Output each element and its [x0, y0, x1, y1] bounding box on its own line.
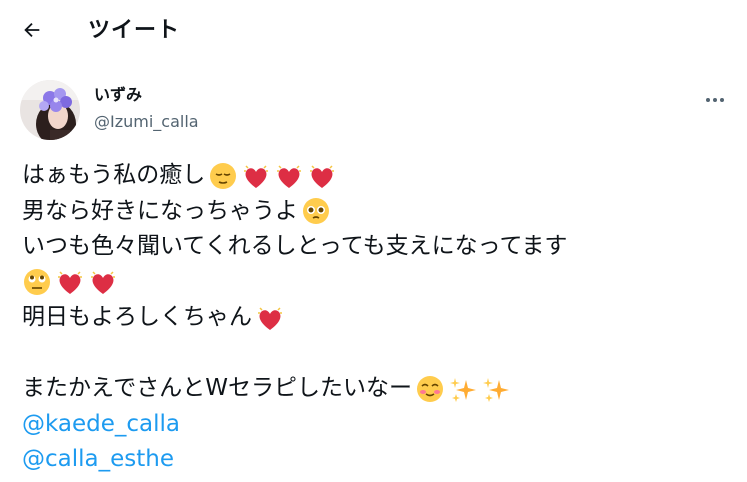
tweet-line: またかえでさんとWセラピしたいなー — [22, 371, 742, 407]
sparkling-heart-icon — [255, 303, 285, 333]
sparkling-heart-icon — [307, 161, 337, 191]
sparkling-heart-icon — [55, 267, 85, 297]
back-button[interactable] — [14, 14, 50, 50]
arrow-left-icon — [21, 19, 43, 45]
tweet-line: いつも色々聞いてくれるしとっても支えになってます — [22, 229, 742, 265]
sparkling-heart-icon — [88, 267, 118, 297]
tweet-line: 明日もよろしくちゃん — [22, 300, 742, 336]
tweet-line: @kaede_calla — [22, 407, 742, 443]
more-button[interactable] — [698, 82, 732, 112]
top-bar: ツイート — [0, 0, 747, 64]
sparkling-heart-icon — [241, 161, 271, 191]
pleading-face-icon — [301, 196, 331, 226]
relieved-face-icon — [208, 161, 238, 191]
tweet-line-text: 男なら好きになっちゃうよ — [22, 197, 298, 224]
display-name[interactable]: いずみ — [94, 84, 142, 106]
tweet-line: はぁもう私の癒し — [22, 158, 742, 194]
smiling-face-icon — [415, 374, 445, 404]
mention-link[interactable]: @kaede_calla — [22, 407, 180, 443]
avatar[interactable] — [20, 80, 80, 140]
eye-roll-face-icon — [22, 267, 52, 297]
sparkling-heart-icon — [274, 161, 304, 191]
more-dots-icon — [705, 88, 725, 107]
tweet-line-text: 明日もよろしくちゃん — [22, 304, 252, 330]
sparkles-icon — [448, 374, 478, 404]
tweet-line-text: いつも色々聞いてくれるしとっても支えになってます — [22, 233, 568, 259]
sparkles-icon — [481, 374, 511, 404]
profile-photo — [20, 80, 80, 140]
tweet-line: @calla_esthe — [22, 442, 742, 478]
page-title: ツイート — [88, 18, 181, 43]
user-handle[interactable]: @Izumi_calla — [94, 111, 199, 133]
tweet-text: はぁもう私の癒し 男なら好きになっちゃうよ いつも色々聞いてくれるしとっても支え… — [22, 158, 742, 478]
tweet-line-text: はぁもう私の癒し — [22, 162, 206, 188]
tweet-line: 男なら好きになっちゃうよ — [22, 194, 742, 230]
tweet-line — [22, 265, 742, 301]
mention-link[interactable]: @calla_esthe — [22, 442, 174, 478]
tweet-line-text: またかえでさんとWセラピしたいなー — [22, 375, 413, 401]
